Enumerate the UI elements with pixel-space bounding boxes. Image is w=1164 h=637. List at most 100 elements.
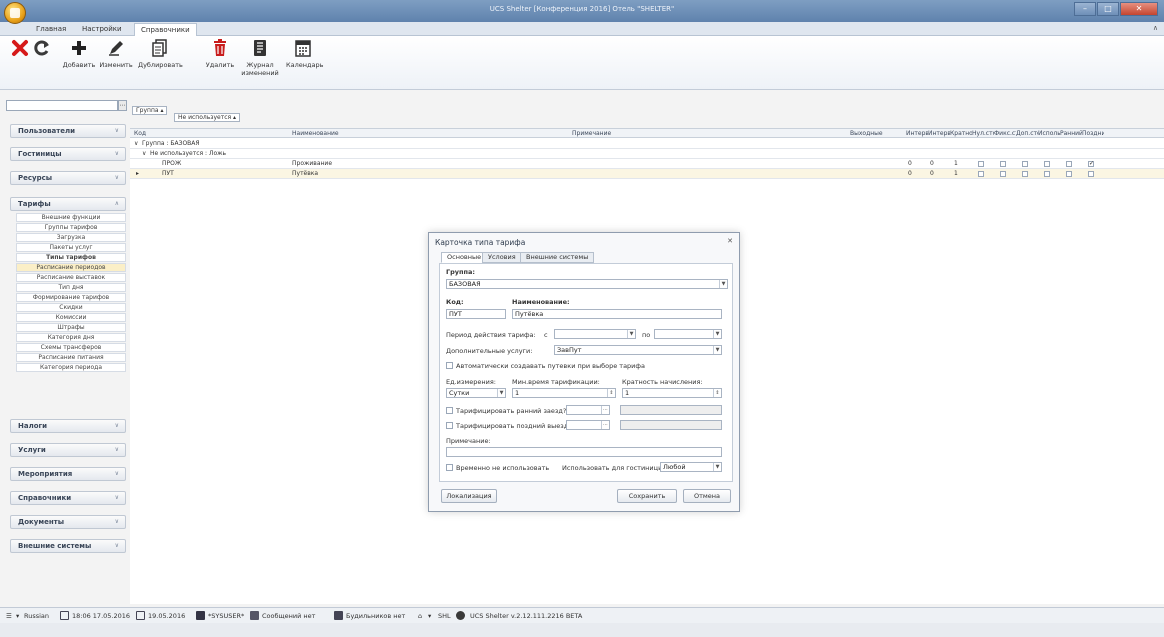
- tab-external-systems[interactable]: Внешние системы: [520, 252, 595, 263]
- cancel-button[interactable]: Отмена: [683, 489, 731, 503]
- extra-services-select[interactable]: ЗавПут ▼: [554, 345, 722, 355]
- sidebar-item-day-type[interactable]: Тип дня: [16, 283, 126, 292]
- status-date[interactable]: 19.05.2016: [148, 612, 185, 620]
- late-checkout-input[interactable]: ⋯: [566, 420, 610, 430]
- fixed-cost-checkbox[interactable]: [1000, 171, 1006, 177]
- sidebar-group-resources[interactable]: Ресурсы ∨: [10, 171, 126, 185]
- fixed-cost-checkbox[interactable]: [1000, 161, 1006, 167]
- maximize-icon[interactable]: □: [1097, 2, 1119, 16]
- tab-references[interactable]: Справочники: [134, 23, 197, 36]
- group-row[interactable]: ∨ Группа : БАЗОВАЯ: [130, 139, 1164, 149]
- column-header-use[interactable]: Использ: [1038, 129, 1060, 138]
- unit-select[interactable]: Сутки ▼: [446, 388, 506, 398]
- code-input[interactable]: ПУТ: [446, 309, 506, 319]
- early-checkin-input[interactable]: ⋯: [566, 405, 610, 415]
- sidebar-item-load[interactable]: Загрузка: [16, 233, 126, 242]
- column-header-interval-1[interactable]: Интерва: [906, 129, 928, 138]
- status-language[interactable]: Russian: [24, 612, 49, 620]
- refresh-ribbon-button[interactable]: [32, 39, 52, 61]
- stepper-arrows-icon[interactable]: ⇕: [713, 389, 721, 397]
- language-menu-icon[interactable]: ▾: [16, 612, 19, 620]
- zero-cost-checkbox[interactable]: [978, 161, 984, 167]
- sidebar-group-events[interactable]: Мероприятия ∨: [10, 467, 126, 481]
- column-header-name[interactable]: Наименование: [292, 129, 339, 138]
- name-input[interactable]: Путёвка: [512, 309, 722, 319]
- sidebar-group-users[interactable]: Пользователи ∨: [10, 124, 126, 138]
- zero-cost-checkbox[interactable]: [978, 171, 984, 177]
- sidebar-item-external-functions[interactable]: Внешние функции: [16, 213, 126, 222]
- group-chip-unused[interactable]: Не используется ▴: [174, 113, 241, 122]
- column-header-late[interactable]: Поздни: [1082, 129, 1104, 138]
- sidebar-item-period-category[interactable]: Категория периода: [16, 363, 126, 372]
- calendar-button[interactable]: Календарь: [286, 39, 323, 69]
- sidebar-search-button[interactable]: ⋯: [118, 100, 127, 111]
- expand-icon[interactable]: ∨: [134, 139, 138, 148]
- sidebar-item-tariff-types[interactable]: Типы тарифов: [16, 253, 126, 262]
- column-header-interval-2[interactable]: Интерва: [928, 129, 950, 138]
- save-button[interactable]: Сохранить: [617, 489, 677, 503]
- edit-button[interactable]: Изменить: [98, 39, 134, 69]
- sidebar-group-taxes[interactable]: Налоги ∨: [10, 419, 126, 433]
- column-header-extra-cost[interactable]: Доп.сто: [1016, 129, 1038, 138]
- sidebar-item-tariff-groups[interactable]: Группы тарифов: [16, 223, 126, 232]
- journal-button[interactable]: Журнал изменений: [240, 39, 280, 77]
- extra-cost-checkbox[interactable]: [1022, 161, 1028, 167]
- duplicate-button[interactable]: Дублировать: [138, 39, 183, 69]
- sidebar-group-external-systems[interactable]: Внешние системы ∨: [10, 539, 126, 553]
- period-to-date[interactable]: ▼: [654, 329, 722, 339]
- sidebar-item-meal-schedule[interactable]: Расписание питания: [16, 353, 126, 362]
- multiplicity-stepper[interactable]: 1 ⇕: [622, 388, 722, 398]
- group-select[interactable]: БАЗОВАЯ ▼: [446, 279, 728, 289]
- minimize-icon[interactable]: –: [1074, 2, 1096, 16]
- localization-button[interactable]: Локализация: [441, 489, 497, 503]
- table-row[interactable]: ПРОЖ Проживание 0 0 1 ✓: [130, 159, 1164, 169]
- status-hotel[interactable]: SHL: [438, 612, 451, 620]
- subgroup-row[interactable]: ∨ Не используется : Ложь: [130, 149, 1164, 159]
- sidebar-item-exhibition-schedule[interactable]: Расписание выставок: [16, 273, 126, 282]
- sidebar-item-tariff-forming[interactable]: Формирование тарифов: [16, 293, 126, 302]
- status-user[interactable]: *SYSUSER*: [208, 612, 244, 620]
- tab-settings[interactable]: Настройки: [76, 23, 128, 36]
- sidebar-item-penalties[interactable]: Штрафы: [16, 323, 126, 332]
- sidebar-item-service-packages[interactable]: Пакеты услуг: [16, 243, 126, 252]
- tab-conditions[interactable]: Условия: [482, 252, 522, 263]
- group-chip-group[interactable]: Группа ▴: [132, 106, 168, 115]
- status-alarms[interactable]: Будильников нет: [346, 612, 405, 620]
- use-checkbox[interactable]: [1044, 171, 1050, 177]
- column-header-zero-cost[interactable]: Нул.стои: [972, 129, 994, 138]
- cancel-ribbon-button[interactable]: [8, 39, 32, 61]
- column-header-multiplicity[interactable]: Кратнос: [950, 129, 972, 138]
- sidebar-item-commissions[interactable]: Комиссии: [16, 313, 126, 322]
- early-checkbox[interactable]: [1066, 171, 1072, 177]
- min-time-stepper[interactable]: 1 ⇕: [512, 388, 616, 398]
- status-messages[interactable]: Сообщений нет: [262, 612, 315, 620]
- table-row-selected[interactable]: ▸ ПУТ Путёвка 0 0 1: [130, 169, 1164, 179]
- sidebar-group-documents[interactable]: Документы ∨: [10, 515, 126, 529]
- column-header-code[interactable]: Код: [134, 129, 146, 138]
- close-icon[interactable]: ✕: [727, 237, 733, 245]
- app-logo-icon[interactable]: [4, 2, 26, 24]
- stepper-arrows-icon[interactable]: ⇕: [607, 389, 615, 397]
- use-checkbox[interactable]: [1044, 161, 1050, 167]
- sidebar-group-references[interactable]: Справочники ∨: [10, 491, 126, 505]
- sidebar-item-transfer-schemes[interactable]: Схемы трансферов: [16, 343, 126, 352]
- auto-create-checkbox[interactable]: [446, 362, 453, 369]
- sidebar-group-tariffs[interactable]: Тарифы ∧: [10, 197, 126, 211]
- sidebar-search-input[interactable]: [6, 100, 118, 111]
- late-checkbox-checked[interactable]: ✓: [1088, 161, 1094, 167]
- column-header-early[interactable]: Ранний з: [1060, 129, 1082, 138]
- hotel-menu-icon[interactable]: ▾: [428, 612, 431, 620]
- late-checkout-checkbox[interactable]: [446, 422, 453, 429]
- period-from-date[interactable]: ▼: [554, 329, 636, 339]
- close-window-icon[interactable]: ✕: [1120, 2, 1158, 16]
- sidebar-item-period-schedule[interactable]: Расписание периодов: [16, 263, 126, 272]
- hotel-usage-select[interactable]: Любой ▼: [660, 462, 722, 472]
- tab-home[interactable]: Главная: [30, 23, 72, 36]
- ellipsis-icon[interactable]: ⋯: [601, 406, 609, 414]
- temporarily-disable-checkbox[interactable]: [446, 464, 453, 471]
- note-input[interactable]: [446, 447, 722, 457]
- sidebar-item-discounts[interactable]: Скидки: [16, 303, 126, 312]
- early-checkbox[interactable]: [1066, 161, 1072, 167]
- add-button[interactable]: Добавить: [62, 39, 96, 69]
- sidebar-item-day-category[interactable]: Категория дня: [16, 333, 126, 342]
